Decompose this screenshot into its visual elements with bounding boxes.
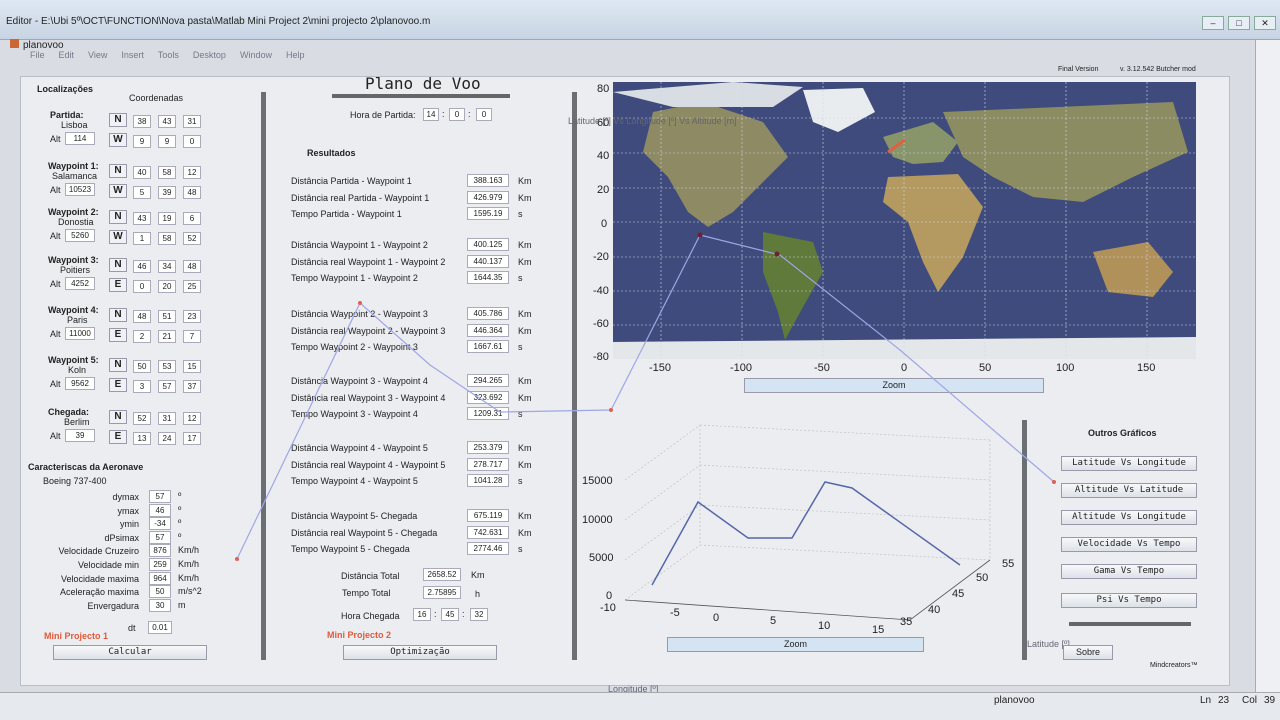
status-ln-label: Ln: [1200, 695, 1212, 706]
gamma-vs-time-button[interactable]: Gama Vs Tempo: [1061, 564, 1197, 579]
route-3d-line: [236, 234, 1055, 560]
alt-vs-lon-button[interactable]: Altitude Vs Longitude: [1061, 510, 1197, 525]
speed-vs-time-button[interactable]: Velocidade Vs Tempo: [1061, 537, 1197, 552]
about-button[interactable]: Sobre: [1063, 645, 1113, 660]
psi-vs-time-button[interactable]: Psi Vs Tempo: [1061, 593, 1197, 608]
background-figure-overlay: [235, 232, 1056, 561]
route-3d-markers: [235, 301, 1056, 561]
other-graphs-heading: Outros Gráficos: [1088, 428, 1157, 438]
status-col: 39: [1264, 695, 1276, 706]
status-ln: 23: [1218, 695, 1230, 706]
status-col-label: Col: [1242, 695, 1258, 706]
overlay-title: Latitude [º] Vs Longitude [º] Vs Altitud…: [568, 116, 737, 126]
editor-status-bar: planovoo Ln 23 Col 39: [0, 692, 1280, 720]
right-divider: [1069, 622, 1191, 626]
status-file: planovoo: [994, 695, 1035, 706]
brand-label: Mindcreators™: [1150, 662, 1198, 669]
alt-vs-lat-button[interactable]: Altitude Vs Latitude: [1061, 483, 1197, 498]
lat-vs-lon-button[interactable]: Latitude Vs Longitude: [1061, 456, 1197, 471]
